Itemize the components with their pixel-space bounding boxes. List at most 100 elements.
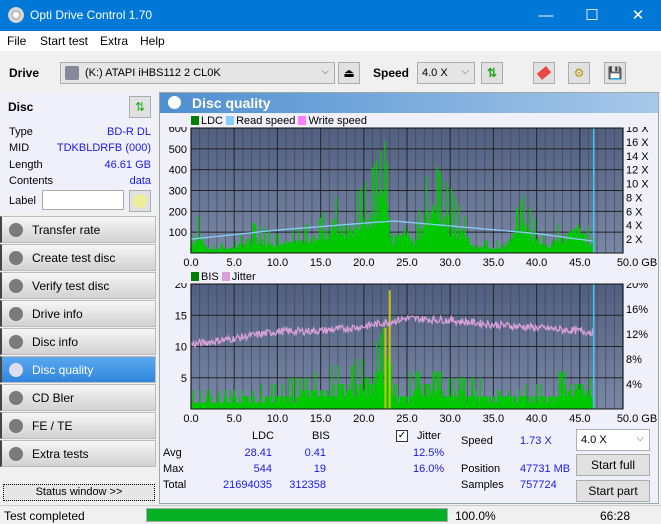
disc-icon (9, 279, 23, 293)
nav-create-test-disc[interactable]: Create test disc (0, 244, 156, 271)
y2-tick-label: 2 X (626, 234, 643, 246)
disc-mid-row: MID TDKBLDRFB (000) (9, 142, 151, 154)
speed-select[interactable]: 4.0 X ⌵ (417, 62, 475, 84)
nav-label: Create test disc (32, 251, 116, 265)
legend-write-speed: Write speed (308, 115, 367, 127)
y2-tick-label: 8 X (626, 192, 643, 204)
disc-icon (9, 419, 23, 433)
nav-cd-bler[interactable]: CD Bler (0, 384, 156, 411)
y-tick-label: 5 (181, 373, 187, 385)
mid-label: MID (9, 142, 30, 154)
x-tick-label: 10.0 (267, 257, 288, 267)
panel-header: Disc quality (160, 93, 658, 113)
save-button[interactable]: 💾 (604, 62, 626, 84)
x-tick-label: 15.0 (310, 413, 331, 423)
x-tick-label: 50.0 GB (617, 257, 657, 267)
progress-bar (146, 508, 448, 522)
progress-fill (147, 509, 447, 521)
disc-quality-icon (168, 96, 181, 109)
y2-tick-label: 16% (626, 304, 648, 316)
nav-disc-info[interactable]: Disc info (0, 328, 156, 355)
max-ldc: 544 (253, 463, 272, 475)
status-text: Test completed (4, 509, 85, 523)
nav-transfer-rate[interactable]: Transfer rate (0, 216, 156, 243)
minimize-button[interactable]: — (523, 0, 569, 31)
test-speed-value: 4.0 X (581, 434, 607, 446)
legend-bis: BIS (201, 271, 219, 283)
disc-label-button[interactable] (129, 190, 151, 212)
test-speed-select[interactable]: 4.0 X ⌵ (576, 429, 650, 451)
nav-drive-info[interactable]: Drive info (0, 300, 156, 327)
length-value: 46.61 GB (104, 159, 151, 171)
refresh-icon: ⇅ (134, 100, 146, 114)
y2-tick-label: 4 X (626, 220, 643, 232)
y-tick-label: 400 (169, 165, 187, 177)
disc-icon (9, 251, 23, 265)
disc-refresh-button[interactable]: ⇅ (129, 96, 151, 118)
jitter-label: Jitter (417, 430, 441, 442)
chevron-down-icon: ⌵ (321, 66, 329, 77)
contents-label: Contents (9, 175, 54, 187)
maximize-button[interactable]: ☐ (569, 0, 615, 31)
close-button[interactable]: ✕ (615, 0, 661, 31)
drive-icon (65, 66, 79, 80)
jitter-checkbox[interactable]: ✓ (396, 430, 408, 442)
nav-label: Disc info (32, 335, 79, 349)
x-tick-label: 30.0 (439, 257, 460, 267)
legend-jitter: Jitter (231, 271, 256, 283)
y-tick-label: 300 (169, 186, 187, 198)
nav-verify-test-disc[interactable]: Verify test disc (0, 272, 156, 299)
eraser-icon (536, 66, 552, 80)
bis-swatch (191, 272, 199, 281)
menu-extra[interactable]: Extra (100, 34, 128, 48)
start-part-button[interactable]: Start part (576, 480, 650, 502)
nav-label: Verify test disc (32, 279, 110, 293)
x-tick-label: 20.0 (353, 257, 374, 267)
x-tick-label: 0.0 (183, 413, 198, 423)
x-tick-label: 25.0 (396, 257, 417, 267)
legend-read-speed: Read speed (236, 115, 296, 127)
y2-tick-label: 10 X (626, 179, 649, 191)
disc-icon (9, 307, 23, 321)
y-tick-label: 20 (175, 283, 187, 291)
contents-value: data (129, 175, 151, 187)
x-tick-label: 25.0 (396, 413, 417, 423)
speed-stat-value: 1.73 X (520, 435, 552, 447)
app-icon (8, 7, 24, 23)
drive-value: (K:) ATAPI iHBS112 2 CL0K (85, 67, 221, 79)
samples-value: 757724 (520, 479, 557, 491)
x-tick-label: 45.0 (569, 413, 590, 423)
legend-ldc: LDC (201, 115, 224, 127)
nav-label: Extra tests (32, 447, 89, 461)
refresh-button[interactable]: ⇅ (481, 62, 503, 84)
nav-fe-te[interactable]: FE / TE (0, 412, 156, 439)
max-label: Max (163, 463, 184, 475)
eject-button[interactable]: ⏏ (338, 62, 360, 84)
menu-file[interactable]: File (7, 34, 26, 48)
speed-stat-label: Speed (461, 435, 493, 447)
menu-start-test[interactable]: Start test (40, 34, 88, 48)
max-jitter: 16.0% (413, 463, 445, 475)
menu-help[interactable]: Help (140, 34, 165, 48)
disc-icon (9, 363, 23, 377)
x-tick-label: 20.0 (353, 413, 374, 423)
drive-select[interactable]: (K:) ATAPI iHBS112 2 CL0K ⌵ (60, 62, 335, 84)
nav-label: Transfer rate (32, 223, 101, 237)
avg-ldc: 28.41 (244, 447, 272, 459)
mid-value: TDKBLDRFB (000) (56, 142, 151, 154)
avg-jitter: 12.5% (413, 447, 445, 459)
settings-button[interactable]: ⚙ (568, 62, 590, 84)
bis-jitter-chart: 5 10 15 20 4% 8% 12% 16% 20% 0.0 5.0 10.0 15.0 20.0 25… (175, 283, 657, 423)
disc-label-input[interactable] (42, 190, 124, 210)
nav-extra-tests[interactable]: Extra tests (0, 440, 156, 467)
start-full-button[interactable]: Start full (576, 454, 650, 476)
nav-disc-quality[interactable]: Disc quality (0, 356, 156, 383)
status-window-button[interactable]: Status window >> (3, 484, 155, 501)
erase-button[interactable] (533, 62, 555, 84)
y2-tick-label: 20% (626, 283, 648, 291)
y-tick-label: 10 (175, 342, 187, 354)
total-bis: 312358 (289, 479, 326, 491)
ldc-legend: LDC Read speed Write speed (191, 115, 367, 127)
avg-bis: 0.41 (304, 447, 326, 459)
disc-icon (9, 223, 23, 237)
